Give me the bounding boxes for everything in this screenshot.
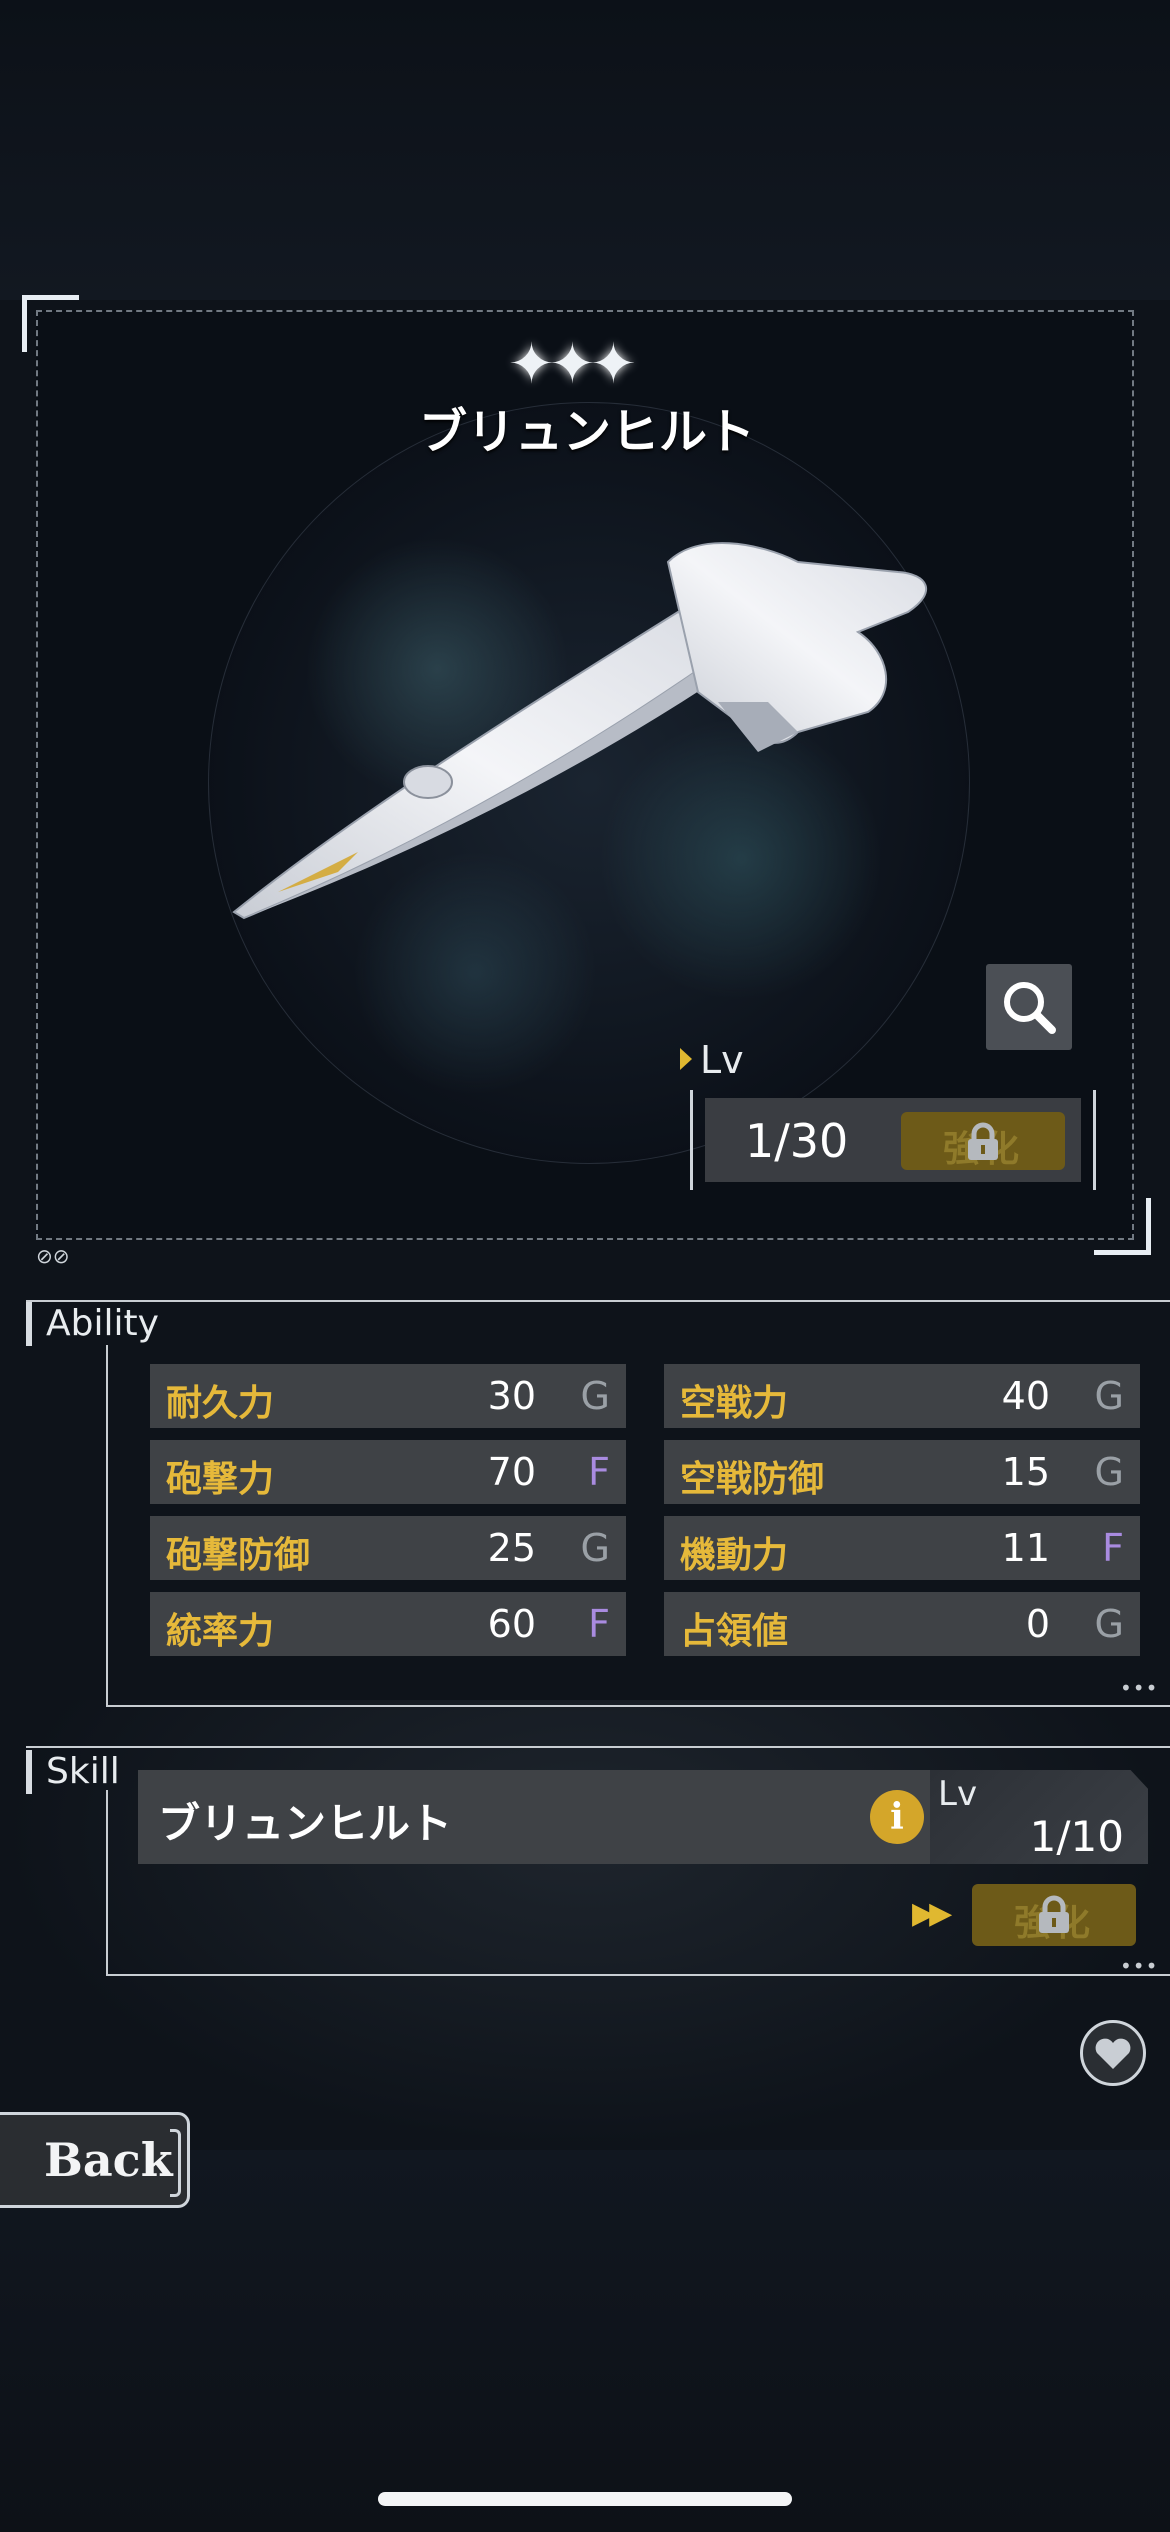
- stat-name: 空戦力: [680, 1383, 789, 1424]
- lock-icon: [968, 1122, 998, 1160]
- stat-value: 25: [487, 1526, 536, 1570]
- lv-marker-icon: [680, 1048, 692, 1070]
- ship-lv-label: Lv: [700, 1038, 744, 1082]
- stat-name: 空戦防御: [680, 1459, 825, 1500]
- stat-name: 砲撃力: [166, 1459, 275, 1500]
- stat-value: 40: [1001, 1374, 1050, 1418]
- back-button[interactable]: Back: [0, 2112, 190, 2208]
- skill-more-indicator[interactable]: •••: [1120, 1954, 1158, 1978]
- stat-name: 機動力: [680, 1535, 789, 1576]
- home-indicator[interactable]: [378, 2492, 792, 2506]
- stat-mobility: 機動力 11 F: [664, 1516, 1140, 1580]
- stat-durability: 耐久力 30 G: [150, 1364, 626, 1428]
- stat-rank: F: [588, 1602, 610, 1646]
- skill-divider: [26, 1746, 1170, 1748]
- skill-name: ブリュンヒルト: [158, 1799, 453, 1848]
- background-top: [0, 0, 1170, 300]
- enhance-ship-button[interactable]: 強化: [901, 1112, 1065, 1170]
- ship-level-box: 1/30 強化: [690, 1090, 1096, 1190]
- stat-value: 15: [1001, 1450, 1050, 1494]
- stat-value: 30: [487, 1374, 536, 1418]
- stat-value: 70: [487, 1450, 536, 1494]
- ship-viewer: ✦✦✦ ブリュンヒルト Lv 1/30 強化: [36, 310, 1134, 1240]
- viewer-corner-bottom-right: [1094, 1198, 1151, 1255]
- skill-tab: Skill: [26, 1750, 120, 1794]
- stat-air-defense: 空戦防御 15 G: [664, 1440, 1140, 1504]
- stat-rank: G: [1094, 1374, 1124, 1418]
- skill-level-box: Lv 1/10: [930, 1770, 1148, 1864]
- stat-rank: G: [1094, 1450, 1124, 1494]
- back-label: Back: [44, 2133, 173, 2187]
- back-button-bracket: [170, 2129, 181, 2197]
- stat-name: 統率力: [166, 1611, 275, 1652]
- stat-value: 0: [1025, 1602, 1050, 1646]
- stat-name: 耐久力: [166, 1383, 275, 1424]
- stat-value: 60: [487, 1602, 536, 1646]
- ship-level-value: 1/30: [745, 1114, 849, 1168]
- fast-forward-icon: ▶▶: [912, 1896, 952, 1931]
- lock-icon: [1039, 1895, 1069, 1933]
- search-icon: [1004, 982, 1056, 1034]
- stat-rank: G: [1094, 1602, 1124, 1646]
- info-icon[interactable]: i: [870, 1790, 924, 1844]
- ability-tab: Ability: [26, 1302, 159, 1346]
- stat-value: 11: [1001, 1526, 1050, 1570]
- favorite-button[interactable]: [1080, 2020, 1146, 2086]
- ability-more-indicator[interactable]: •••: [1120, 1676, 1158, 1700]
- stat-name: 占領値: [680, 1611, 789, 1652]
- stat-bombard-defense: 砲撃防御 25 G: [150, 1516, 626, 1580]
- stat-bombard: 砲撃力 70 F: [150, 1440, 626, 1504]
- skill-level-value: 1/10: [1029, 1812, 1124, 1861]
- stat-rank: G: [580, 1374, 610, 1418]
- stat-name: 砲撃防御: [166, 1535, 311, 1576]
- stat-rank: F: [588, 1450, 610, 1494]
- viewer-small-icons: ⊘⊘: [36, 1244, 70, 1268]
- stat-rank: F: [1102, 1526, 1124, 1570]
- skill-name-bar: ブリュンヒルト: [138, 1770, 938, 1864]
- skill-lv-label: Lv: [938, 1774, 978, 1814]
- heart-icon: [1095, 2038, 1131, 2069]
- ability-divider: [26, 1300, 1170, 1302]
- zoom-button[interactable]: [986, 964, 1072, 1050]
- stat-air-power: 空戦力 40 G: [664, 1364, 1140, 1428]
- stat-command: 統率力 60 F: [150, 1592, 626, 1656]
- stat-occupation: 占領値 0 G: [664, 1592, 1140, 1656]
- stat-rank: G: [580, 1526, 610, 1570]
- enhance-skill-button[interactable]: 強化: [972, 1884, 1136, 1946]
